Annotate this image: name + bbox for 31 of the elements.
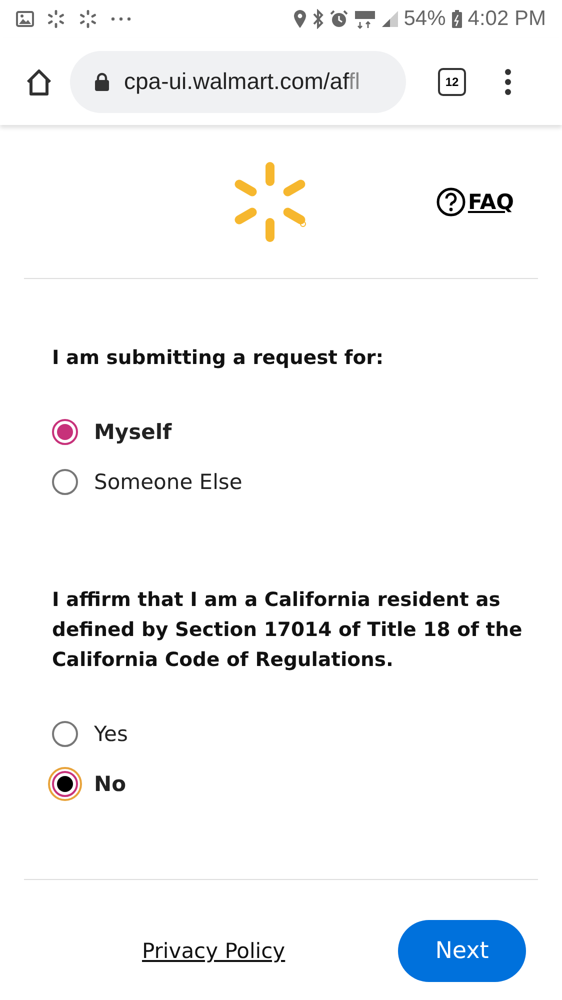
image-icon	[16, 11, 34, 27]
next-button[interactable]: Next	[398, 920, 526, 982]
spark-icon	[78, 9, 98, 29]
option-label: Someone Else	[94, 470, 242, 494]
battery-icon	[450, 9, 463, 29]
more-icon	[110, 16, 132, 22]
alarm-icon	[328, 9, 349, 29]
menu-icon	[504, 68, 512, 96]
question-text: I am submitting a request for:	[52, 345, 385, 371]
address-bar[interactable]: cpa-ui.walmart.com/affl	[70, 50, 406, 112]
bluetooth-icon	[312, 9, 324, 29]
tab-count-button[interactable]: 12	[438, 68, 466, 96]
question-text: I affirm that I am a California resident as defined by Section 17014 of Title 18 of the California Code of Regulations.	[52, 587, 524, 673]
radio-button[interactable]	[52, 469, 78, 495]
help-icon	[436, 186, 466, 216]
url-text: cpa-ui.walmart.com/affl	[124, 68, 360, 95]
network-icon	[354, 9, 376, 29]
battery-percent: 54%	[404, 7, 446, 31]
option-label: Yes	[94, 722, 128, 746]
radio-button[interactable]	[52, 721, 78, 747]
option-label: No	[94, 772, 126, 796]
signal-icon	[380, 10, 399, 28]
spark-icon	[46, 9, 66, 29]
option-label: Myself	[94, 420, 172, 444]
clock-time: 4:02 PM	[468, 7, 546, 31]
radio-button[interactable]	[52, 419, 78, 445]
location-icon	[292, 9, 307, 29]
faq-link[interactable]: FAQ	[436, 186, 514, 216]
lock-icon	[94, 72, 110, 92]
privacy-policy-link[interactable]: Privacy Policy	[142, 939, 286, 963]
home-icon	[24, 68, 54, 96]
